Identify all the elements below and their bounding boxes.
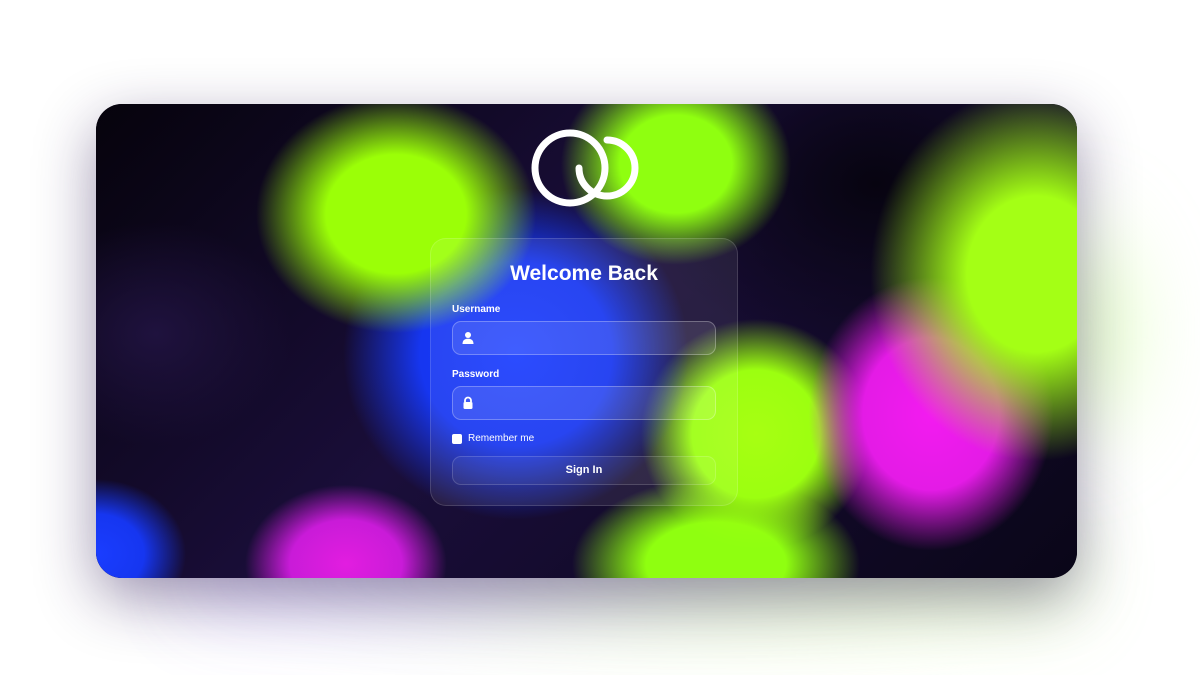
page-title: Welcome Back: [510, 262, 658, 285]
page: Welcome Back Username Password Remember …: [0, 0, 1200, 675]
password-input[interactable]: [481, 387, 709, 419]
remember-checkbox[interactable]: [452, 434, 462, 444]
logo-icon: [531, 129, 639, 207]
password-field[interactable]: [452, 386, 716, 420]
username-field[interactable]: [452, 321, 716, 355]
username-label: Username: [452, 304, 501, 315]
username-input[interactable]: [481, 322, 709, 354]
lock-icon: [463, 396, 473, 409]
sign-in-button[interactable]: Sign In: [452, 456, 716, 485]
user-icon: [462, 332, 474, 344]
password-label: Password: [452, 369, 500, 380]
remember-me[interactable]: Remember me: [452, 432, 534, 446]
remember-label: Remember me: [468, 433, 535, 444]
